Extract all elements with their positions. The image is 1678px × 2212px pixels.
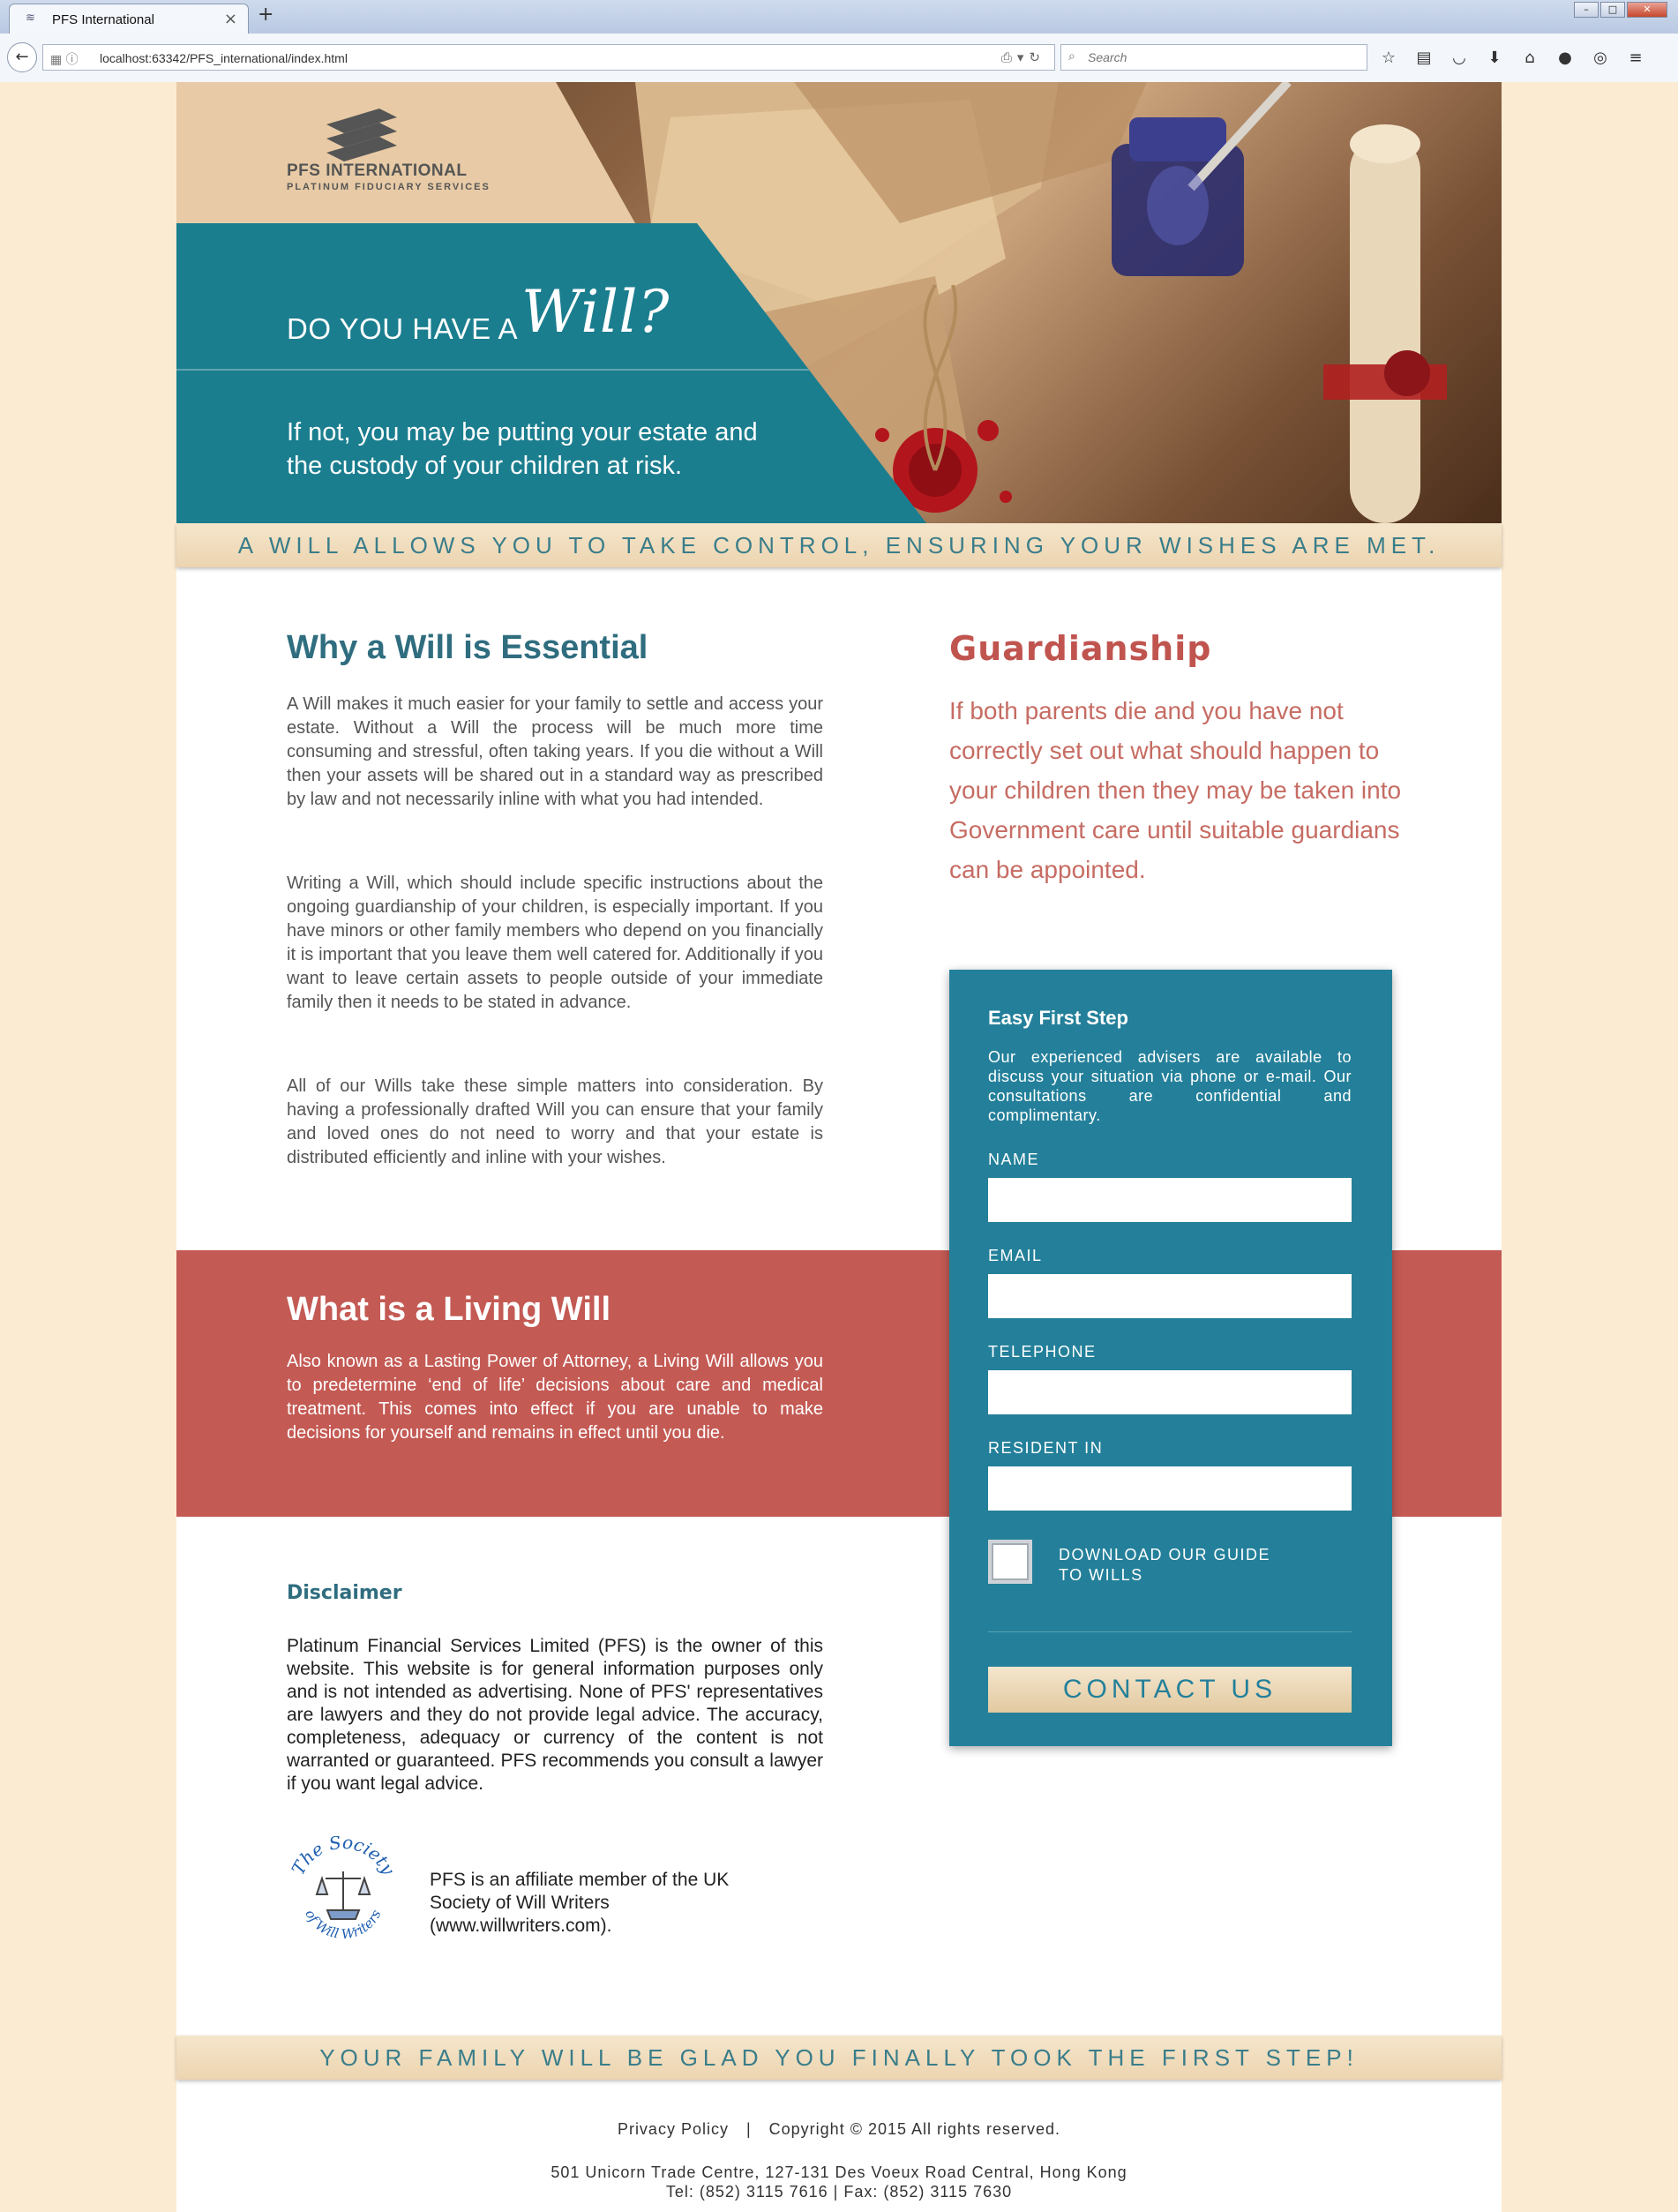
- landing-page: PFS INTERNATIONAL PLATINUM FIDUCIARY SER…: [176, 82, 1502, 2212]
- contact-form: Easy First Step Our experienced advisers…: [949, 970, 1392, 1746]
- email-field[interactable]: [988, 1274, 1352, 1318]
- logo-title: PFS INTERNATIONAL: [287, 161, 468, 180]
- window-close-icon[interactable]: ✕: [1627, 2, 1667, 18]
- contact-numbers: Tel: (852) 3115 7616 | Fax: (852) 3115 7…: [665, 2183, 1013, 2201]
- pocket-icon[interactable]: ◡: [1447, 46, 1472, 71]
- society-membership-text: PFS is an affiliate member of the UK Soc…: [430, 1870, 730, 1936]
- back-arrow-icon[interactable]: ←: [7, 42, 37, 72]
- page-info-icon[interactable]: ▦ ⓘ: [50, 50, 79, 68]
- reader-reload-icons[interactable]: ⎙▾↻: [1001, 49, 1045, 65]
- bottom-ribbon: YOUR FAMILY WILL BE GLAD YOU FINALLY TOO…: [176, 2036, 1502, 2080]
- guardianship-heading: Guardianship: [949, 629, 1212, 668]
- why-paragraph-3: All of our Wills take these simple matte…: [287, 1076, 823, 1167]
- hero-question-word: Will?: [521, 278, 670, 346]
- living-will-heading: What is a Living Will: [287, 1291, 611, 1328]
- reading-list-icon[interactable]: ▤: [1412, 46, 1436, 71]
- close-tab-icon[interactable]: ×: [224, 10, 237, 28]
- search-icon: ⌕: [1068, 49, 1075, 64]
- menu-icon[interactable]: ≡: [1623, 46, 1648, 71]
- bookmark-star-icon[interactable]: ☆: [1376, 46, 1401, 71]
- guardianship-text: If both parents die and you have not cor…: [949, 697, 1402, 883]
- logo-subtitle: PLATINUM FIDUCIARY SERVICES: [287, 182, 491, 192]
- hero-subtitle: If not, you may be putting your estate a…: [287, 418, 758, 480]
- url-bar[interactable]: ▦ ⓘ localhost:63342/PFS_international/in…: [42, 44, 1055, 71]
- navigation-bar: ← ▦ ⓘ localhost:63342/PFS_international/…: [0, 34, 1678, 82]
- new-tab-icon[interactable]: +: [258, 4, 273, 26]
- tab-bar: ≋ PFS International × + – □ ✕: [0, 0, 1678, 34]
- name-label: NAME: [988, 1151, 1040, 1168]
- hero-question-prefix: DO YOU HAVE A: [287, 312, 519, 345]
- logo-background: [176, 82, 635, 223]
- tab-title: PFS International: [52, 12, 154, 27]
- browser-toolbar: ☆ ▤ ◡ ⬇ ⌂ ● ◎ ≡: [1376, 46, 1648, 71]
- hero-banner: PFS INTERNATIONAL PLATINUM FIDUCIARY SER…: [176, 82, 1502, 523]
- footer-address: 501 Unicorn Trade Centre, 127-131 Des Vo…: [176, 2163, 1502, 2201]
- guide-checkbox[interactable]: [988, 1540, 1032, 1584]
- why-paragraph-2: Writing a Will, which should include spe…: [287, 874, 823, 1012]
- minimize-icon[interactable]: –: [1574, 2, 1599, 18]
- search-input[interactable]: [1088, 50, 1352, 64]
- footer-links: Privacy Policy | Copyright © 2015 All righ…: [176, 2120, 1502, 2139]
- email-label: EMAIL: [988, 1247, 1043, 1264]
- guide-checkbox-label[interactable]: DOWNLOAD OUR GUIDE TO WILLS: [1059, 1545, 1270, 1586]
- copyright-text: Copyright © 2015 All rights reserved.: [768, 2120, 1061, 2138]
- window-controls: – □ ✕: [1574, 2, 1667, 19]
- privacy-policy-link[interactable]: Privacy Policy: [618, 2120, 729, 2138]
- top-ribbon: A WILL ALLOWS YOU TO TAKE CONTROL, ENSUR…: [176, 523, 1502, 567]
- contact-us-button[interactable]: CONTACT US: [988, 1667, 1352, 1713]
- form-intro: Our experienced advisers are available t…: [988, 1048, 1352, 1124]
- extension-icon[interactable]: ◎: [1588, 46, 1613, 71]
- footer-separator: |: [745, 2120, 752, 2138]
- resident-field[interactable]: [988, 1466, 1352, 1511]
- hero-question: DO YOU HAVE AWill?: [287, 278, 670, 353]
- download-icon[interactable]: ⬇: [1482, 46, 1507, 71]
- maximize-icon[interactable]: □: [1600, 2, 1625, 18]
- resident-label: RESIDENT IN: [988, 1439, 1104, 1457]
- society-of-will-writers-logo: The Society of Will Writers: [288, 1836, 400, 1943]
- favicon-icon: ≋: [26, 11, 35, 25]
- home-icon[interactable]: ⌂: [1517, 46, 1542, 71]
- why-heading: Why a Will is Essential: [287, 629, 648, 666]
- form-title: Easy First Step: [988, 1007, 1128, 1029]
- ink-bottle-image: [1112, 82, 1292, 276]
- name-field[interactable]: [988, 1178, 1352, 1222]
- url-text: localhost:63342/PFS_international/index.…: [100, 51, 348, 65]
- disclaimer-heading: Disclaimer: [287, 1582, 402, 1604]
- chat-icon[interactable]: ●: [1553, 46, 1577, 71]
- living-will-text: Also known as a Lasting Power of Attorne…: [287, 1352, 823, 1443]
- telephone-field[interactable]: [988, 1370, 1352, 1414]
- browser-tab[interactable]: ≋ PFS International ×: [9, 4, 249, 34]
- search-box[interactable]: ⌕: [1060, 44, 1367, 71]
- browser-chrome: ≋ PFS International × + – □ ✕ ← ▦ ⓘ loca…: [0, 0, 1678, 82]
- disclaimer-text: Platinum Financial Services Limited (PFS…: [287, 1636, 823, 1794]
- telephone-label: TELEPHONE: [988, 1343, 1097, 1361]
- scroll-image: [1323, 124, 1447, 523]
- address-text: 501 Unicorn Trade Centre, 127-131 Des Vo…: [551, 2163, 1127, 2181]
- form-divider: [988, 1631, 1352, 1632]
- why-paragraph-1: A Will makes it much easier for your fam…: [287, 694, 823, 809]
